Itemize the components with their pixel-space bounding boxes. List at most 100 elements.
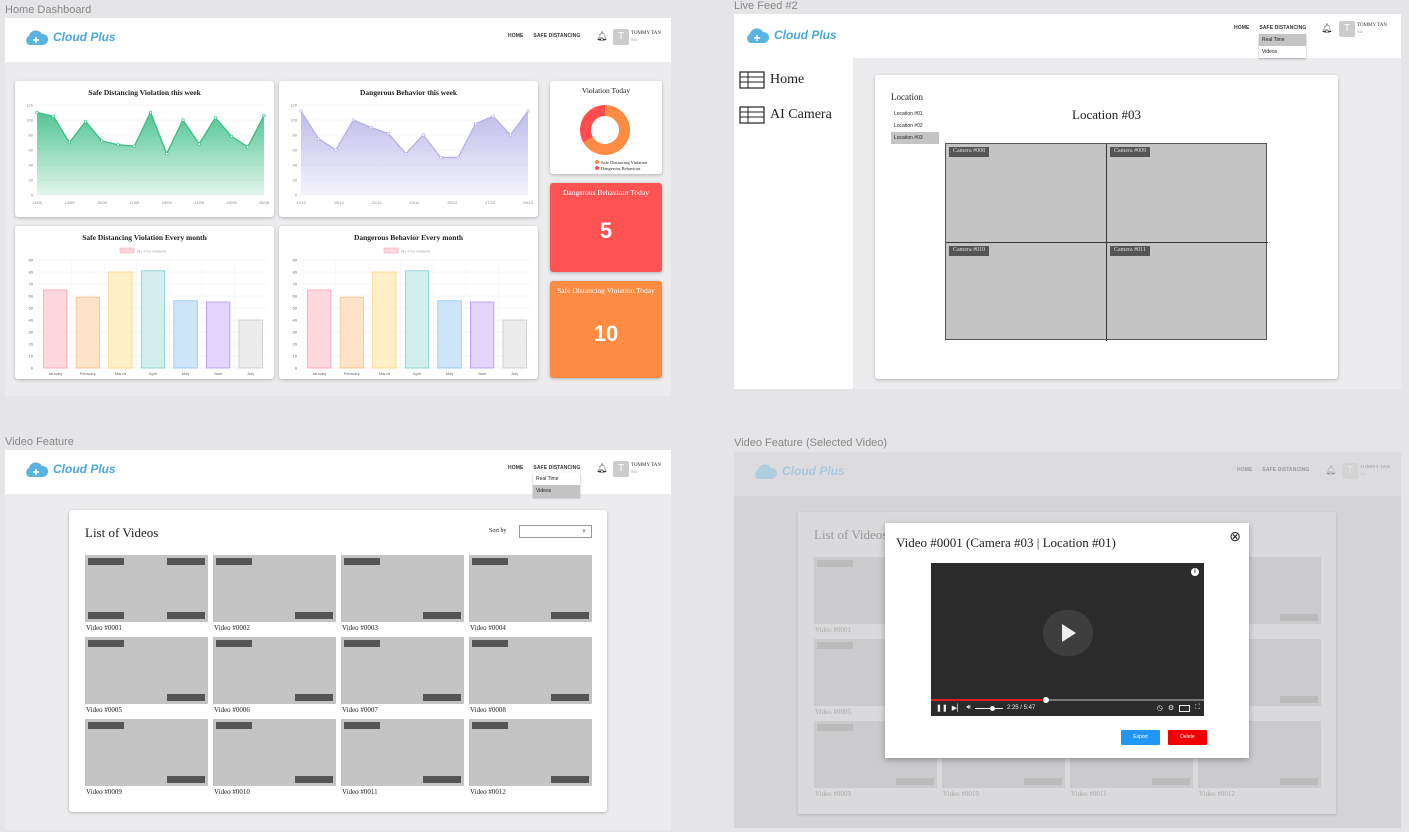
data-point: [67, 140, 72, 145]
notification-icon[interactable]: 🔔︎: [596, 31, 607, 42]
dropdown-item-videos[interactable]: Videos: [533, 485, 580, 497]
video-title[interactable]: Video #0001: [86, 624, 122, 632]
nav-safe-distancing[interactable]: SAFE DISTANCING: [533, 33, 580, 39]
legend-danger: Dangerous Behaviour: [601, 166, 641, 171]
info-icon[interactable]: i: [1191, 568, 1199, 576]
video-title[interactable]: Video #0002: [214, 624, 250, 632]
data-point: [100, 139, 104, 143]
dropdown-item-real-time[interactable]: Real Time: [533, 473, 580, 485]
data-point: [421, 133, 425, 137]
video-thumbnail[interactable]: [213, 555, 336, 622]
camera-tag[interactable]: Camera #010: [949, 246, 990, 256]
y-tick-label: 70: [29, 282, 34, 287]
data-point: [132, 144, 136, 148]
close-icon[interactable]: ⊗: [1229, 528, 1241, 545]
video-title[interactable]: Video #0006: [214, 706, 250, 714]
nav-safe-distancing[interactable]: SAFE DISTANCING: [533, 465, 580, 471]
brand-logo[interactable]: Cloud Plus: [23, 460, 116, 478]
video-player[interactable]: i ❚❚ ▶▏ 🔊︎ 2:25 / 5:47 ◷ ⚙ ⛶: [931, 563, 1204, 716]
video-title[interactable]: Video #0010: [214, 788, 250, 796]
video-thumbnail[interactable]: [469, 555, 592, 622]
sort-select[interactable]: ▼: [519, 525, 592, 538]
video-thumbnail[interactable]: [469, 719, 592, 786]
video-title[interactable]: Video #0005: [86, 706, 122, 714]
video-title[interactable]: Video #0004: [470, 624, 506, 632]
video-title[interactable]: Video #0011: [342, 788, 378, 796]
fullscreen-icon[interactable]: ⛶: [1195, 704, 1200, 712]
date-tag: [551, 776, 589, 783]
volume-icon[interactable]: 🔊︎: [967, 704, 971, 712]
y-tick-label: 90: [29, 258, 34, 263]
dropdown-item-videos[interactable]: Videos: [1259, 46, 1306, 58]
dropdown-item-real-time[interactable]: Real Time: [1259, 34, 1306, 46]
data-point: [351, 118, 356, 122]
video-thumbnail[interactable]: [85, 719, 208, 786]
x-tick-label: May: [182, 371, 190, 376]
x-tick-label: 25/05: [259, 200, 270, 205]
avatar[interactable]: T: [613, 29, 629, 45]
date-tag: [295, 612, 333, 619]
nav-home[interactable]: HOME: [1234, 25, 1249, 31]
data-point: [369, 125, 373, 130]
user-name-text: TOMMY TAN: [1360, 465, 1390, 470]
export-button[interactable]: Export: [1121, 730, 1160, 745]
video-thumbnail[interactable]: [85, 637, 208, 704]
y-tick-label: 40: [293, 163, 298, 168]
progress-handle[interactable]: [1042, 697, 1049, 703]
y-tick-label: 60: [293, 148, 298, 153]
video-title[interactable]: Video #0008: [470, 706, 506, 714]
nav-home[interactable]: HOME: [508, 465, 523, 471]
next-icon[interactable]: ▶▏: [952, 704, 963, 712]
brand-logo[interactable]: Cloud Plus: [23, 28, 116, 46]
video-thumbnail[interactable]: [213, 719, 336, 786]
video-thumbnail[interactable]: [469, 637, 592, 704]
clock-icon[interactable]: ◷: [1157, 704, 1163, 712]
camera-tag[interactable]: Camera #009: [1110, 147, 1151, 157]
volume-handle[interactable]: [989, 705, 995, 711]
video-feature-frame: Cloud Plus HOME SAFE DISTANCING 🔔︎ T TOM…: [5, 450, 671, 830]
pause-icon[interactable]: ❚❚: [936, 704, 948, 712]
delete-button[interactable]: Delete: [1168, 730, 1207, 745]
sidebar-item-home[interactable]: Home: [739, 71, 804, 89]
video-title[interactable]: Video #0003: [342, 624, 378, 632]
table-icon: [739, 71, 765, 89]
avatar[interactable]: T: [1339, 21, 1355, 37]
brand-logo[interactable]: Cloud Plus: [744, 26, 837, 44]
location-item-selected[interactable]: Location #03: [891, 132, 939, 144]
donut-card: Violation Today Safe Distancing Violatio…: [550, 81, 662, 174]
video-list-title: List of Videos: [85, 525, 159, 540]
video-thumbnail[interactable]: [85, 555, 208, 622]
area-fill: [37, 112, 264, 195]
video-thumbnail[interactable]: [213, 637, 336, 704]
avatar[interactable]: T: [613, 461, 629, 477]
play-button[interactable]: [1043, 610, 1093, 656]
frame-label-live: Live Feed #2: [734, 0, 798, 12]
nav-home[interactable]: HOME: [508, 33, 523, 39]
y-tick-label: 100: [290, 118, 297, 123]
y-tick-label: 30: [293, 330, 298, 335]
nav-safe-distancing[interactable]: SAFE DISTANCING: [1259, 25, 1306, 31]
data-point: [473, 122, 478, 126]
volume-slider[interactable]: [974, 705, 1003, 711]
notification-icon[interactable]: 🔔︎: [596, 463, 607, 474]
data-point: [404, 152, 408, 156]
sidebar: Home AI Camera: [734, 58, 853, 389]
x-tick-label: January: [48, 371, 62, 376]
video-thumbnail[interactable]: [341, 719, 464, 786]
camera-tag[interactable]: Camera #008: [949, 147, 990, 157]
camera-tag[interactable]: Camera #011: [1110, 246, 1150, 256]
gear-icon[interactable]: ⚙: [1168, 704, 1174, 712]
theater-icon[interactable]: [1179, 704, 1191, 712]
progress-track[interactable]: [931, 697, 1204, 703]
sidebar-item-ai-camera[interactable]: AI Camera: [739, 106, 832, 124]
video-thumbnail[interactable]: [341, 637, 464, 704]
video-title[interactable]: Video #0009: [86, 788, 122, 796]
data-point: [83, 119, 88, 124]
video-thumbnail[interactable]: [341, 555, 464, 622]
pie-slice: [580, 105, 605, 143]
notification-icon[interactable]: 🔔︎: [1321, 23, 1332, 34]
video-title[interactable]: Video #0012: [470, 788, 506, 796]
y-tick-label: 60: [293, 294, 298, 299]
chart-card-safe-month: Safe Distancing Violation Every month My…: [15, 226, 274, 379]
video-title[interactable]: Video #0007: [342, 706, 378, 714]
